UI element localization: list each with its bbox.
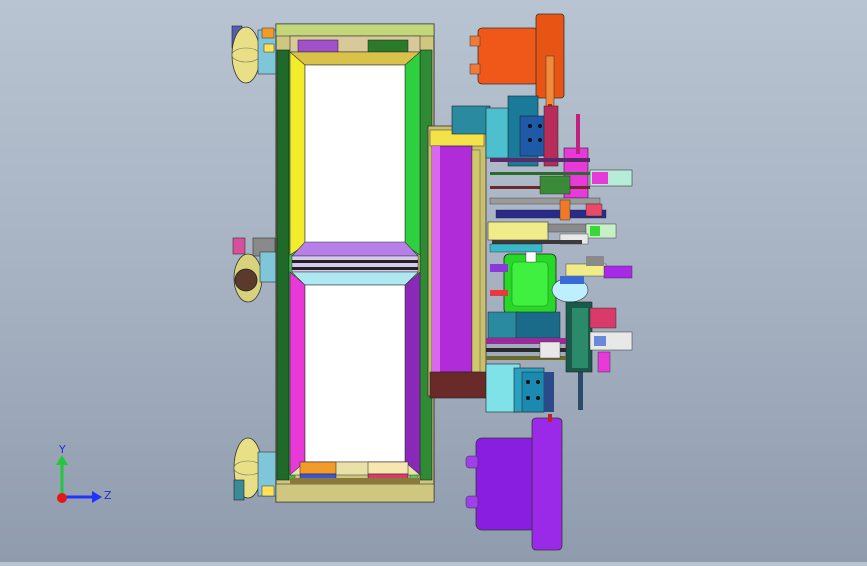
coordinate-triad: Y Z [56, 443, 112, 503]
side-panel [427, 125, 487, 399]
z-axis-arrow [62, 491, 102, 503]
y-axis-arrow [56, 455, 68, 497]
y-axis-label: Y [58, 443, 66, 456]
main-frame [275, 23, 435, 503]
cad-viewport[interactable]: Y Z [0, 0, 867, 562]
x-axis-dot [57, 493, 67, 503]
z-axis-label: Z [104, 489, 112, 502]
left-feet [231, 25, 277, 501]
assembly-drawing [231, 13, 633, 551]
